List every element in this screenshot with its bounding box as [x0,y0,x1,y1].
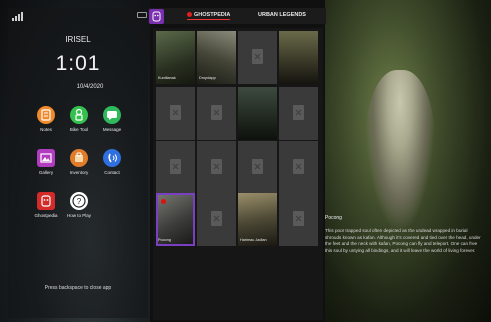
ghostpedia-icon [37,192,55,210]
locked-file-icon [211,159,222,174]
ghost-card-pocong[interactable]: Pocong [156,193,195,246]
ghost-card-locked[interactable] [197,193,236,246]
locked-file-icon [211,105,222,120]
ghostpedia-logo-icon [149,9,164,24]
locked-file-icon [293,159,304,174]
bike-tool-icon [70,106,88,124]
pocong-figure [365,70,435,230]
ghost-grid: Kuntilanak Dropdapp Pocong Harimau Jadia… [153,28,323,320]
app-inventory[interactable]: Inventory [65,149,93,175]
ghost-card-dropdapp[interactable]: Dropdapp [197,31,236,84]
ghost-card-locked[interactable] [279,141,318,194]
close-app-hint: Press backspace to close app [44,285,112,291]
card-caption: Kuntilanak [158,76,176,80]
app-contact[interactable]: Contact [98,149,126,175]
ghost-card-unlocked[interactable] [279,31,318,84]
clock-time: 1:01 [55,52,101,75]
app-label: Gallery [38,170,54,175]
notes-icon [37,106,55,124]
signal-bars-icon [12,12,24,21]
ghost-card-kuntilanak[interactable]: Kuntilanak [156,31,195,84]
ghost-card-locked[interactable] [197,87,236,140]
locked-file-icon [252,159,263,174]
locked-file-icon [211,211,222,226]
contact-icon [103,149,121,167]
locked-file-icon [170,105,181,120]
record-dot-icon [161,199,166,204]
app-label: Inventory [69,170,89,175]
ghost-card-unlocked[interactable] [238,87,277,140]
keyboard-icon[interactable] [137,12,147,18]
username: IRISEL [65,35,91,44]
ghost-card-locked[interactable] [279,193,318,246]
tab-urban-legends[interactable]: URBAN LEGENDS [258,12,306,18]
ghost-card-locked[interactable] [238,141,277,194]
app-label: Ghostpedia [34,213,58,218]
ghost-card-locked[interactable] [156,141,195,194]
gallery-icon [37,149,55,167]
tab-label: URBAN LEGENDS [258,12,306,18]
ghost-card-locked[interactable] [238,31,277,84]
app-label: Notes [40,127,52,132]
locked-file-icon [252,49,263,64]
tab-label: GHOSTPEDIA [194,12,231,18]
card-caption: Harimau Jadian [240,238,267,242]
ghost-card-locked[interactable] [156,87,195,140]
active-tab-dot-icon [187,12,192,18]
ghost-detail-description: This poor trapped soul often depicted as… [325,228,481,253]
app-label: How to Play [66,213,91,218]
app-ghostpedia[interactable]: Ghostpedia [32,192,60,218]
phone-home-panel: IRISEL 1:01 10/4/2020 Notes Bike Tool Me… [8,8,148,318]
app-gallery[interactable]: Gallery [32,149,60,175]
app-message[interactable]: Message [98,106,126,132]
app-bike-tool[interactable]: Bike Tool [65,106,93,132]
app-how-to-play[interactable]: ? How to Play [65,192,93,218]
message-icon [103,106,121,124]
locked-file-icon [170,159,181,174]
locked-file-icon [293,105,304,120]
tab-ghostpedia[interactable]: GHOSTPEDIA [187,12,231,20]
ghost-detail-title: Pocong [325,215,342,221]
app-notes[interactable]: Notes [32,106,60,132]
inventory-icon [70,149,88,167]
app-label: Contact [104,170,120,175]
card-caption: Dropdapp [199,76,216,80]
ghost-card-locked[interactable] [279,87,318,140]
locked-file-icon [293,211,304,226]
card-caption: Pocong [158,238,171,242]
ghost-card-locked[interactable] [197,141,236,194]
app-label: Bike Tool [69,127,89,132]
how-to-play-icon: ? [70,192,88,210]
ghost-card-harimau[interactable]: Harimau Jadian [238,193,277,246]
clock-date: 10/4/2020 [76,84,104,90]
game-screen: IRISEL 1:01 10/4/2020 Notes Bike Tool Me… [0,0,491,322]
svg-text:?: ? [77,197,82,206]
app-label: Message [102,127,122,132]
